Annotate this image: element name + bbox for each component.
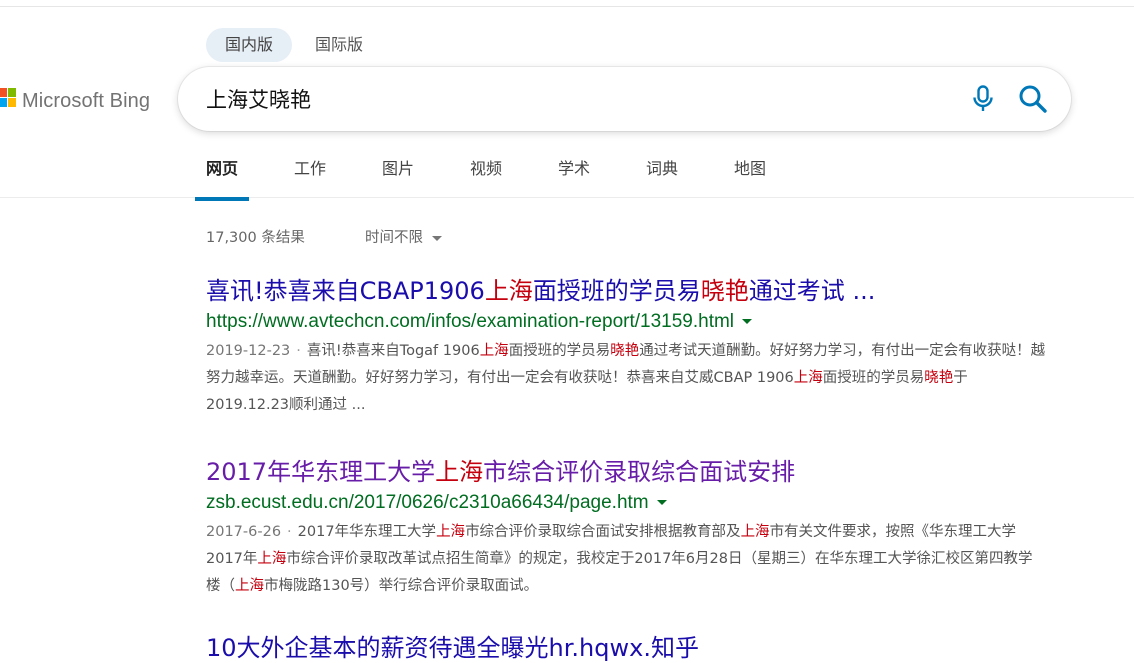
result-count: 17,300 条结果	[206, 230, 305, 246]
microphone-icon[interactable]	[970, 85, 996, 113]
text-segment: 市综合评价录取综合面试安排	[483, 458, 796, 486]
chevron-down-icon[interactable]	[656, 500, 667, 506]
search-icon[interactable]	[1018, 84, 1048, 114]
time-filter-label: 时间不限	[365, 230, 423, 246]
result-snippet: 2019-12-23 · 喜讯!恭喜来自Togaf 1906上海面授班的学员易晓艳通…	[206, 338, 1046, 419]
search-box	[178, 67, 1071, 131]
result-url-text: https://www.avtechcn.com/infos/examinati…	[206, 311, 735, 332]
result-url[interactable]: https://www.avtechcn.com/infos/examinati…	[206, 308, 1046, 336]
top-divider	[0, 6, 1134, 7]
text-segment: 面授班的学员易	[532, 277, 701, 305]
text-segment: 面授班的学员易	[822, 370, 925, 386]
chevron-down-icon	[432, 235, 442, 241]
search-result: 喜讯!恭喜来自CBAP1906上海面授班的学员易晓艳通过考试 ... https…	[206, 275, 1046, 419]
tab-maps[interactable]: 地图	[734, 155, 766, 195]
result-title-link[interactable]: 喜讯!恭喜来自CBAP1906上海面授班的学员易晓艳通过考试 ...	[206, 275, 1046, 307]
brand-name: Microsoft Bing	[22, 89, 151, 112]
chevron-down-icon[interactable]	[742, 319, 753, 325]
time-filter-dropdown[interactable]: 时间不限	[365, 226, 442, 247]
highlighted-term: 晓艳	[610, 343, 640, 359]
tab-academic[interactable]: 学术	[558, 155, 590, 195]
bing-logo[interactable]: Microsoft Bing	[0, 86, 150, 116]
result-snippet: 2017-6-26 · 2017年华东理工大学上海市综合评价录取综合面试安排根据教育…	[206, 519, 1046, 600]
tab-jobs[interactable]: 工作	[294, 155, 326, 195]
result-snippet-text: 2017年华东理工大学上海市综合评价录取综合面试安排根据教育部及上海市有关文件要…	[206, 524, 1032, 594]
highlighted-term: 上海	[257, 551, 287, 567]
text-segment: 面授班的学员易	[508, 343, 611, 359]
highlighted-term: 上海	[484, 277, 533, 305]
scope-tabs: 网页 工作 图片 视频 学术 词典 地图	[0, 147, 1134, 201]
market-tab-domestic[interactable]: 国内版	[206, 28, 293, 62]
result-url[interactable]: zsb.ecust.edu.cn/2017/0626/c2310a66434/p…	[206, 489, 1046, 517]
separator-dot: ·	[287, 524, 292, 540]
text-segment: 通过考试 ...	[748, 277, 876, 305]
text-segment: 2017年华东理工大学	[297, 524, 437, 540]
result-snippet-text: 喜讯!恭喜来自Togaf 1906上海面授班的学员易晓艳通过考试天道酬勤。好好努…	[206, 343, 1045, 413]
highlighted-term: 上海	[793, 370, 823, 386]
market-tab-international[interactable]: 国际版	[296, 28, 382, 62]
highlighted-term: 晓艳	[700, 277, 749, 305]
separator-dot: ·	[296, 343, 301, 359]
highlighted-term: 上海	[479, 343, 509, 359]
highlighted-term: 上海	[740, 524, 770, 540]
result-date: 2017-6-26	[206, 524, 282, 540]
tab-videos[interactable]: 视频	[470, 155, 502, 195]
result-title-link[interactable]: 2017年华东理工大学上海市综合评价录取综合面试安排	[206, 456, 1046, 488]
highlighted-term: 上海	[436, 524, 466, 540]
text-segment: 市梅陇路130号）举行综合评价录取面试。	[264, 578, 539, 594]
result-date: 2019-12-23	[206, 343, 291, 359]
microsoft-logo-icon	[0, 88, 16, 114]
highlighted-term: 晓艳	[924, 370, 954, 386]
tab-dictionary[interactable]: 词典	[646, 155, 678, 195]
search-result: 2017年华东理工大学上海市综合评价录取综合面试安排 zsb.ecust.edu…	[206, 456, 1046, 600]
highlighted-term: 上海	[435, 458, 484, 486]
tab-web[interactable]: 网页	[194, 155, 250, 201]
search-input[interactable]	[206, 84, 946, 114]
result-url-text: zsb.ecust.edu.cn/2017/0626/c2310a66434/p…	[206, 492, 649, 513]
highlighted-term: 上海	[235, 578, 264, 594]
text-segment: 喜讯!恭喜来自CBAP1906	[206, 277, 485, 305]
market-tabs: 国内版 国际版	[206, 28, 386, 62]
tab-images[interactable]: 图片	[382, 155, 414, 195]
text-segment: 市综合评价录取综合面试安排根据教育部及	[465, 524, 741, 540]
text-segment: 2017年华东理工大学	[206, 458, 436, 486]
text-segment: 喜讯!恭喜来自Togaf 1906	[306, 343, 480, 359]
